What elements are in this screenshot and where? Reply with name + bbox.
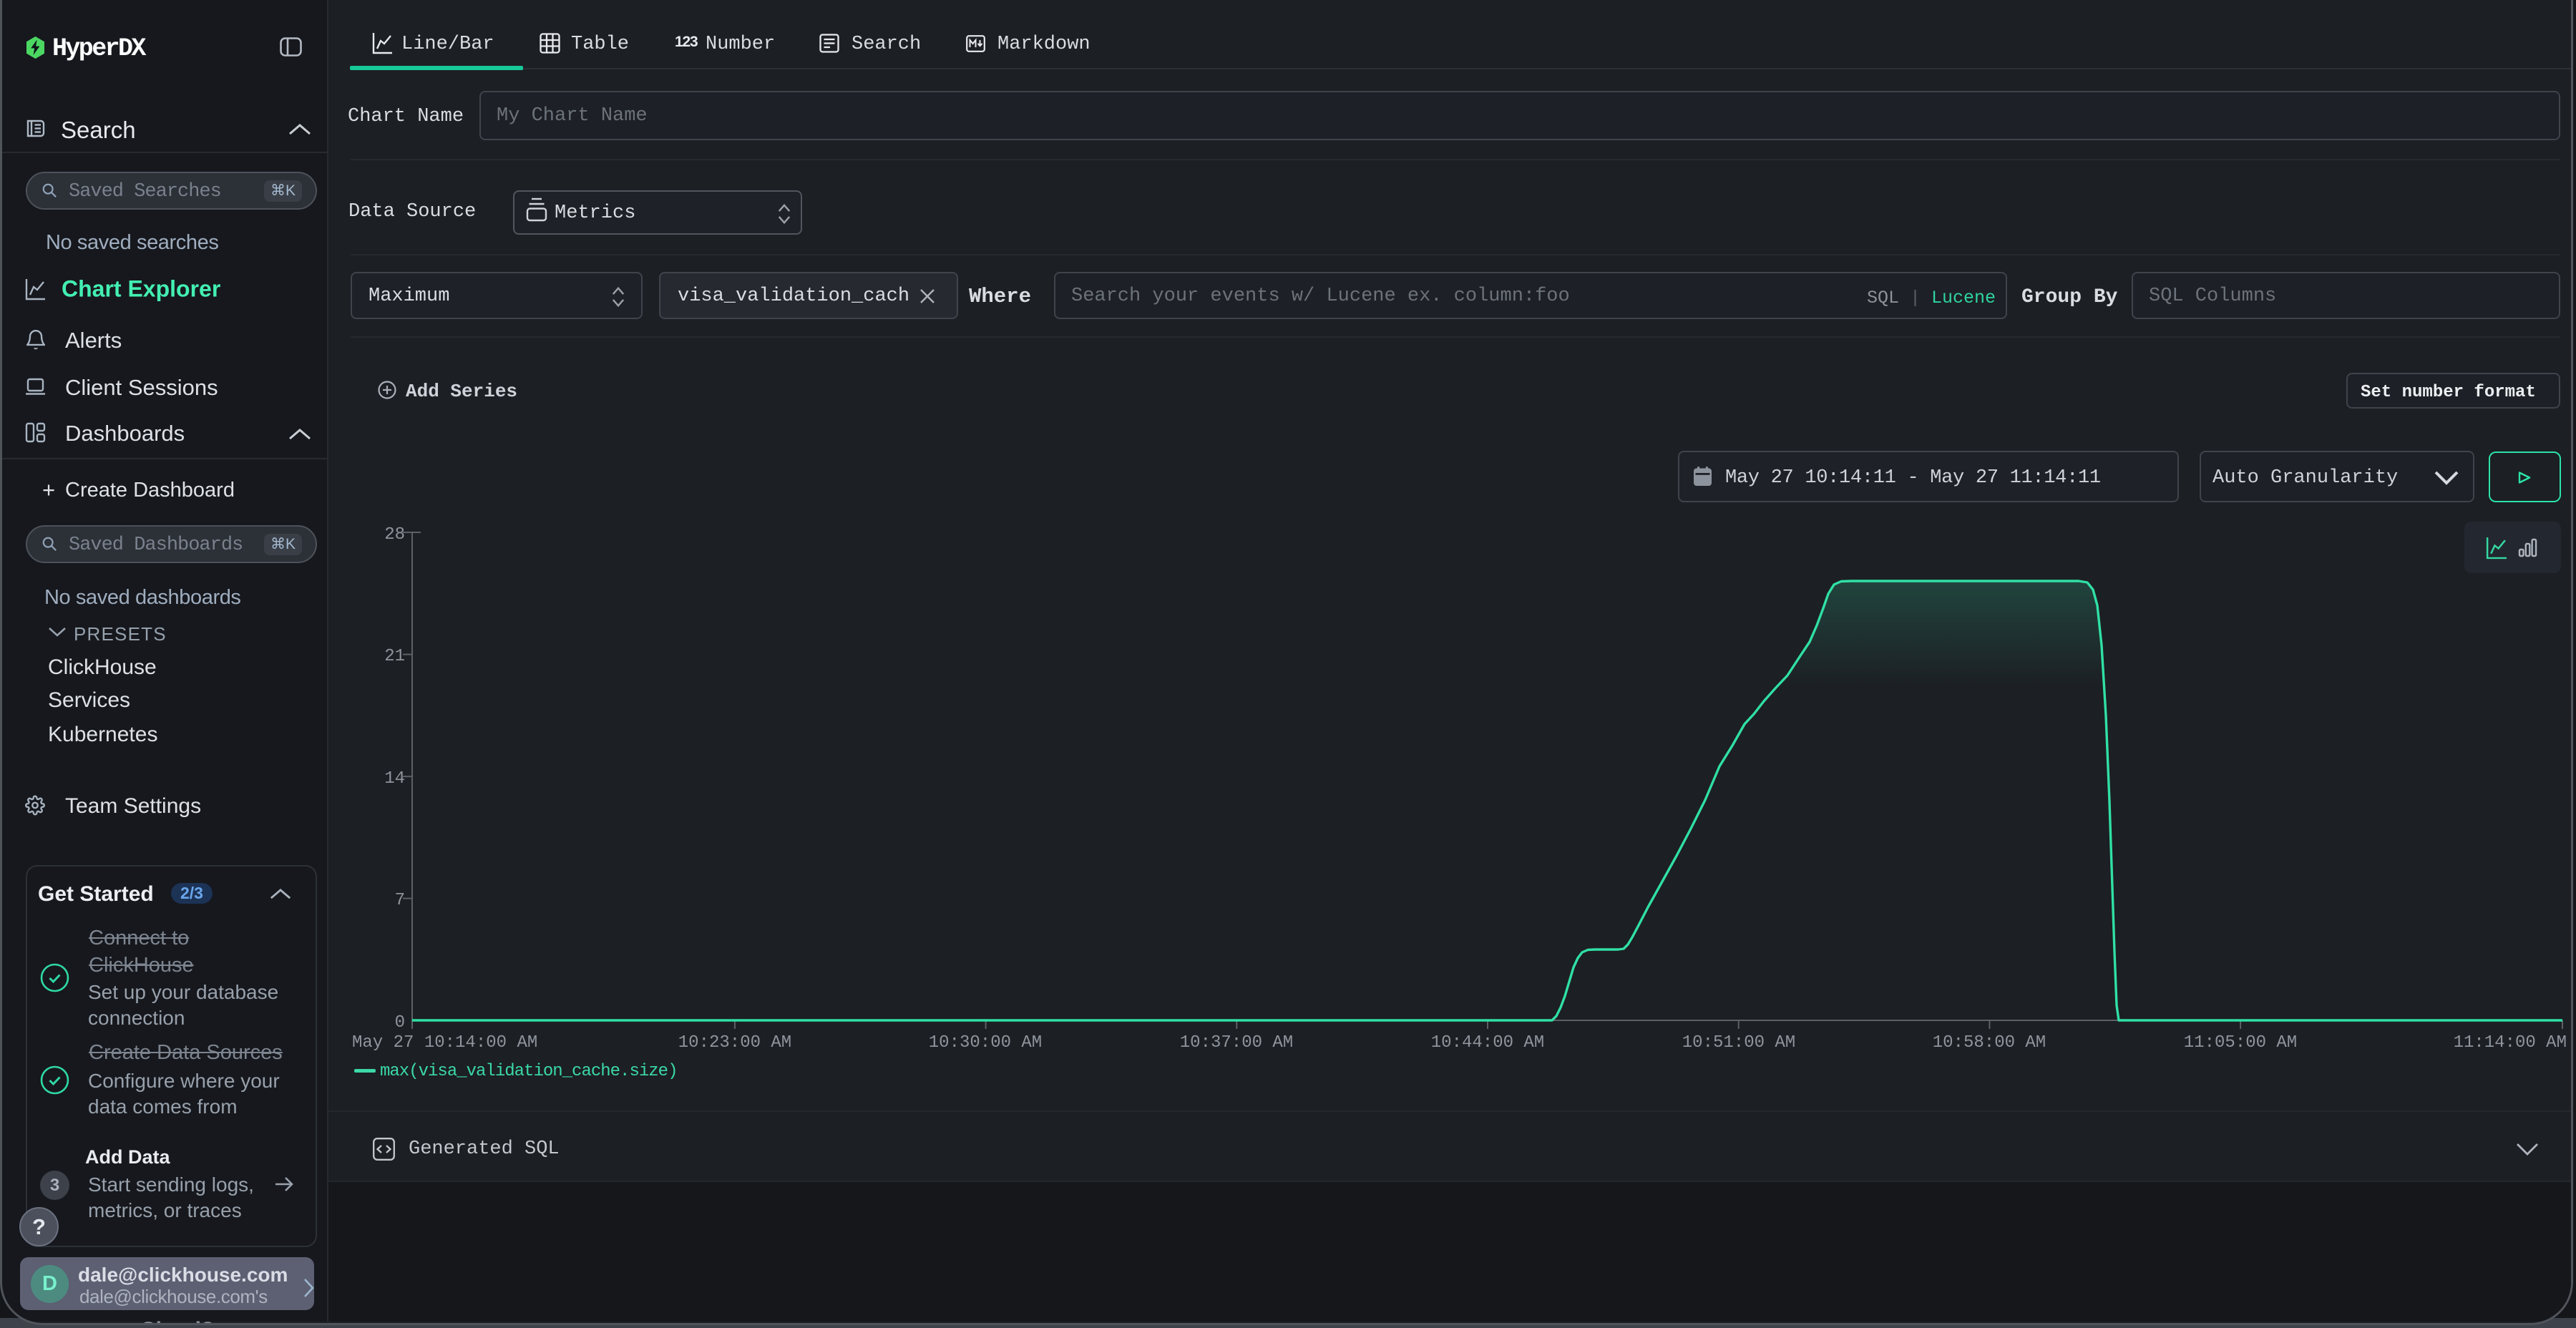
svg-text:11:14:00 AM: 11:14:00 AM <box>2454 1033 2567 1053</box>
svg-text:11:05:00 AM: 11:05:00 AM <box>2184 1033 2297 1053</box>
svg-text:14: 14 <box>384 769 405 788</box>
svg-text:10:23:00 AM: 10:23:00 AM <box>678 1033 791 1053</box>
svg-text:0: 0 <box>395 1013 405 1032</box>
svg-text:7: 7 <box>395 891 405 910</box>
svg-text:10:37:00 AM: 10:37:00 AM <box>1180 1033 1293 1053</box>
svg-text:28: 28 <box>384 525 405 545</box>
svg-text:21: 21 <box>384 647 405 666</box>
svg-text:10:51:00 AM: 10:51:00 AM <box>1682 1033 1795 1053</box>
svg-text:10:44:00 AM: 10:44:00 AM <box>1431 1033 1544 1053</box>
svg-text:May 27 10:14:00 AM: May 27 10:14:00 AM <box>352 1033 537 1053</box>
svg-text:10:58:00 AM: 10:58:00 AM <box>1933 1033 2046 1053</box>
svg-text:10:30:00 AM: 10:30:00 AM <box>929 1033 1042 1053</box>
